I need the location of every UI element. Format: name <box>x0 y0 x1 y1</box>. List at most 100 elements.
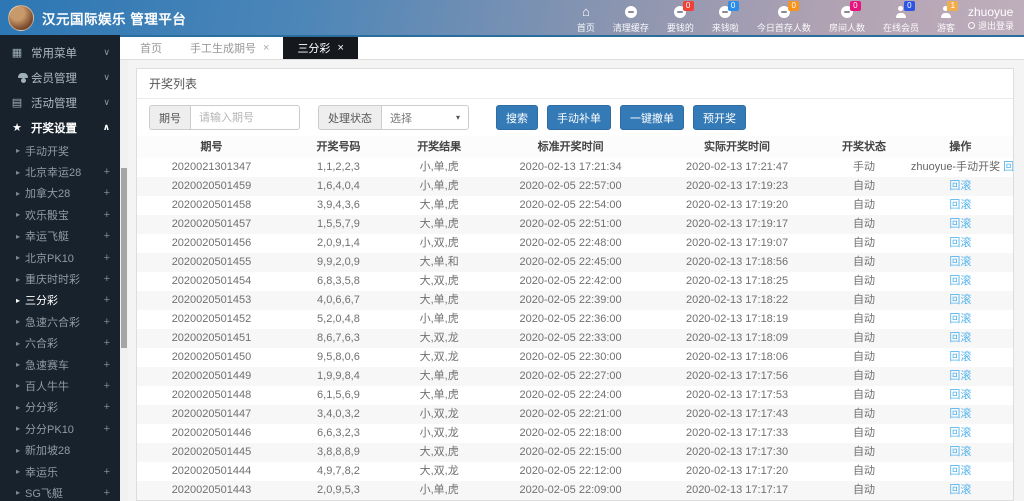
one-click-cancel-button[interactable]: 一键撤单 <box>620 105 684 130</box>
numbers-cell: 9,5,8,0,6 <box>317 351 360 363</box>
rollback-link[interactable]: 回滚 <box>949 446 971 458</box>
logout-button[interactable]: 退出登录 <box>967 19 1014 32</box>
grid-icon: ▦ <box>11 47 23 59</box>
result-cell: 大,单,和 <box>419 256 459 268</box>
manual-supplement-button[interactable]: 手动补单 <box>547 105 611 130</box>
plus-icon[interactable]: + <box>104 252 110 264</box>
caret-right-icon: ▸ <box>16 167 21 177</box>
rollback-link[interactable]: 回滚 <box>949 218 971 230</box>
sidebar-item-3[interactable]: ▸ 欢乐骰宝 + <box>0 204 120 225</box>
rollback-link[interactable]: 回滚 <box>949 237 971 249</box>
plus-icon[interactable]: + <box>104 401 110 413</box>
plus-icon[interactable]: + <box>104 166 110 178</box>
sidebar-group-1[interactable]: 会员管理 ∨ <box>0 65 120 90</box>
rollback-link[interactable]: 回滚 <box>949 294 971 306</box>
topnav-clear-cache[interactable]: 清理缓存 <box>613 6 649 34</box>
status-cell: 自动 <box>853 256 876 268</box>
plus-icon[interactable]: + <box>104 187 110 199</box>
plus-icon[interactable]: + <box>104 294 110 306</box>
sidebar-item-11[interactable]: ▸ 百人牛牛 + <box>0 375 120 396</box>
actual-time-cell: 2020-02-13 17:18:25 <box>685 275 789 287</box>
rollback-link[interactable]: 回滚 <box>949 256 971 268</box>
sidebar-item-16[interactable]: ▸ SG飞艇 + <box>0 482 120 501</box>
plus-icon[interactable]: + <box>104 380 110 392</box>
period-label: 期号 <box>149 105 190 130</box>
close-icon[interactable]: × <box>337 42 343 54</box>
sidebar-item-1[interactable]: ▸ 北京幸运28 + <box>0 161 120 182</box>
plus-icon[interactable]: + <box>104 337 110 349</box>
caret-right-icon: ▸ <box>16 210 21 220</box>
rollback-link[interactable]: 回滚 <box>949 427 971 439</box>
tab-0[interactable]: 首页 <box>126 37 176 59</box>
rollback-link[interactable]: 回滚 <box>949 180 971 192</box>
rollback-link[interactable]: 回滚 <box>949 389 971 401</box>
actual-time-cell: 2020-02-13 17:18:09 <box>685 332 789 344</box>
rollback-link[interactable]: 回滚 <box>949 370 971 382</box>
rollback-link[interactable]: 回滚 <box>949 332 971 344</box>
scrollbar-thumb[interactable] <box>121 168 127 348</box>
topnav-online-members[interactable]: 0 在线会员 <box>883 1 919 34</box>
plus-icon[interactable]: + <box>104 487 110 499</box>
numbers-cell: 1,6,4,0,4 <box>317 180 360 192</box>
numbers-cell: 6,8,3,5,8 <box>317 275 360 287</box>
rollback-link[interactable]: 回滚 <box>949 275 971 287</box>
nav-label: 首页 <box>576 23 595 33</box>
plus-icon[interactable]: + <box>104 209 110 221</box>
tab-label: 手工生成期号 <box>190 43 256 55</box>
table-row: 2020020501455 9,9,2,0,9 大,单,和 2020-02-05 22… <box>137 253 1013 272</box>
rollback-link[interactable]: 回滚 <box>949 199 971 211</box>
sidebar-item-2[interactable]: ▸ 加拿大28 + <box>0 183 120 204</box>
content-scrollbar[interactable] <box>120 60 128 501</box>
chevron-down-icon: ▾ <box>455 113 460 122</box>
topnav-home[interactable]: ⌂ 首页 <box>576 5 595 34</box>
sidebar-group-0[interactable]: ▦ 常用菜单 ∨ <box>0 40 120 65</box>
nav-label: 游客 <box>936 23 955 33</box>
rollback-link[interactable]: 回滚 <box>949 484 971 496</box>
plus-icon[interactable]: + <box>104 359 110 371</box>
close-icon[interactable]: × <box>263 42 269 54</box>
tab-1[interactable]: 手工生成期号 × <box>176 37 283 59</box>
topnav-today-first-deposit[interactable]: 0 今日首存人数 <box>757 1 811 34</box>
period-input[interactable] <box>190 105 300 130</box>
draw-list-panel: 开奖列表 期号 处理状态 选择 ▾ <box>136 68 1014 501</box>
sidebar-item-4[interactable]: ▸ 幸运飞艇 + <box>0 226 120 247</box>
topnav-room-count[interactable]: 0 房间人数 <box>829 1 865 34</box>
plus-icon[interactable]: + <box>104 230 110 242</box>
topnav-ask-money[interactable]: 0 要钱的 <box>667 1 694 34</box>
logout-label: 退出登录 <box>977 21 1014 31</box>
rollback-link[interactable]: 回滚 <box>949 313 971 325</box>
period-cell: 2020020501455 <box>171 256 252 268</box>
rollback-link[interactable]: 回滚 <box>949 408 971 420</box>
sidebar-item-13[interactable]: ▸ 分分PK10 + <box>0 418 120 439</box>
sidebar-item-15[interactable]: ▸ 幸运乐 + <box>0 461 120 482</box>
sidebar-item-9[interactable]: ▸ 六合彩 + <box>0 333 120 354</box>
topnav-guests[interactable]: 1 游客 <box>936 1 959 34</box>
sidebar-item-6[interactable]: ▸ 重庆时时彩 + <box>0 268 120 289</box>
sidebar-item-14[interactable]: ▸ 新加坡28 <box>0 439 120 460</box>
sidebar-item-8[interactable]: ▸ 急速六合彩 + <box>0 311 120 332</box>
table-row: 2020020501456 2,0,9,1,4 小,双,虎 2020-02-05 22… <box>137 234 1013 253</box>
result-cell: 大,单,虎 <box>419 294 459 306</box>
sidebar-group-3[interactable]: ★ 开奖设置 ∧ <box>0 115 120 140</box>
rollback-link[interactable]: 回滚 <box>949 465 971 477</box>
pre-draw-button[interactable]: 预开奖 <box>693 105 746 130</box>
rollback-link[interactable]: 回滚 <box>1003 161 1013 173</box>
status-cell: 自动 <box>853 275 876 287</box>
sidebar-item-12[interactable]: ▸ 分分彩 + <box>0 397 120 418</box>
sidebar-item-7[interactable]: ▸ 三分彩 + <box>0 290 120 311</box>
plus-icon[interactable]: + <box>104 316 110 328</box>
sidebar-item-10[interactable]: ▸ 急速赛车 + <box>0 354 120 375</box>
tab-2[interactable]: 三分彩 × <box>283 37 358 59</box>
sidebar-group-label: 会员管理 <box>31 72 77 85</box>
sidebar-group-2[interactable]: ▤ 活动管理 ∨ <box>0 90 120 115</box>
sidebar-item-5[interactable]: ▸ 北京PK10 + <box>0 247 120 268</box>
plus-icon[interactable]: + <box>104 423 110 435</box>
rollback-link[interactable]: 回滚 <box>949 351 971 363</box>
search-button[interactable]: 搜索 <box>496 105 538 130</box>
plus-icon[interactable]: + <box>104 273 110 285</box>
standard-time-cell: 2020-02-05 22:24:00 <box>519 389 622 401</box>
topnav-incoming-money[interactable]: 0 来钱啦 <box>712 1 739 34</box>
sidebar-item-0[interactable]: ▸ 手动开奖 <box>0 140 120 161</box>
plus-icon[interactable]: + <box>104 466 110 478</box>
status-select[interactable]: 选择 ▾ <box>381 105 469 130</box>
